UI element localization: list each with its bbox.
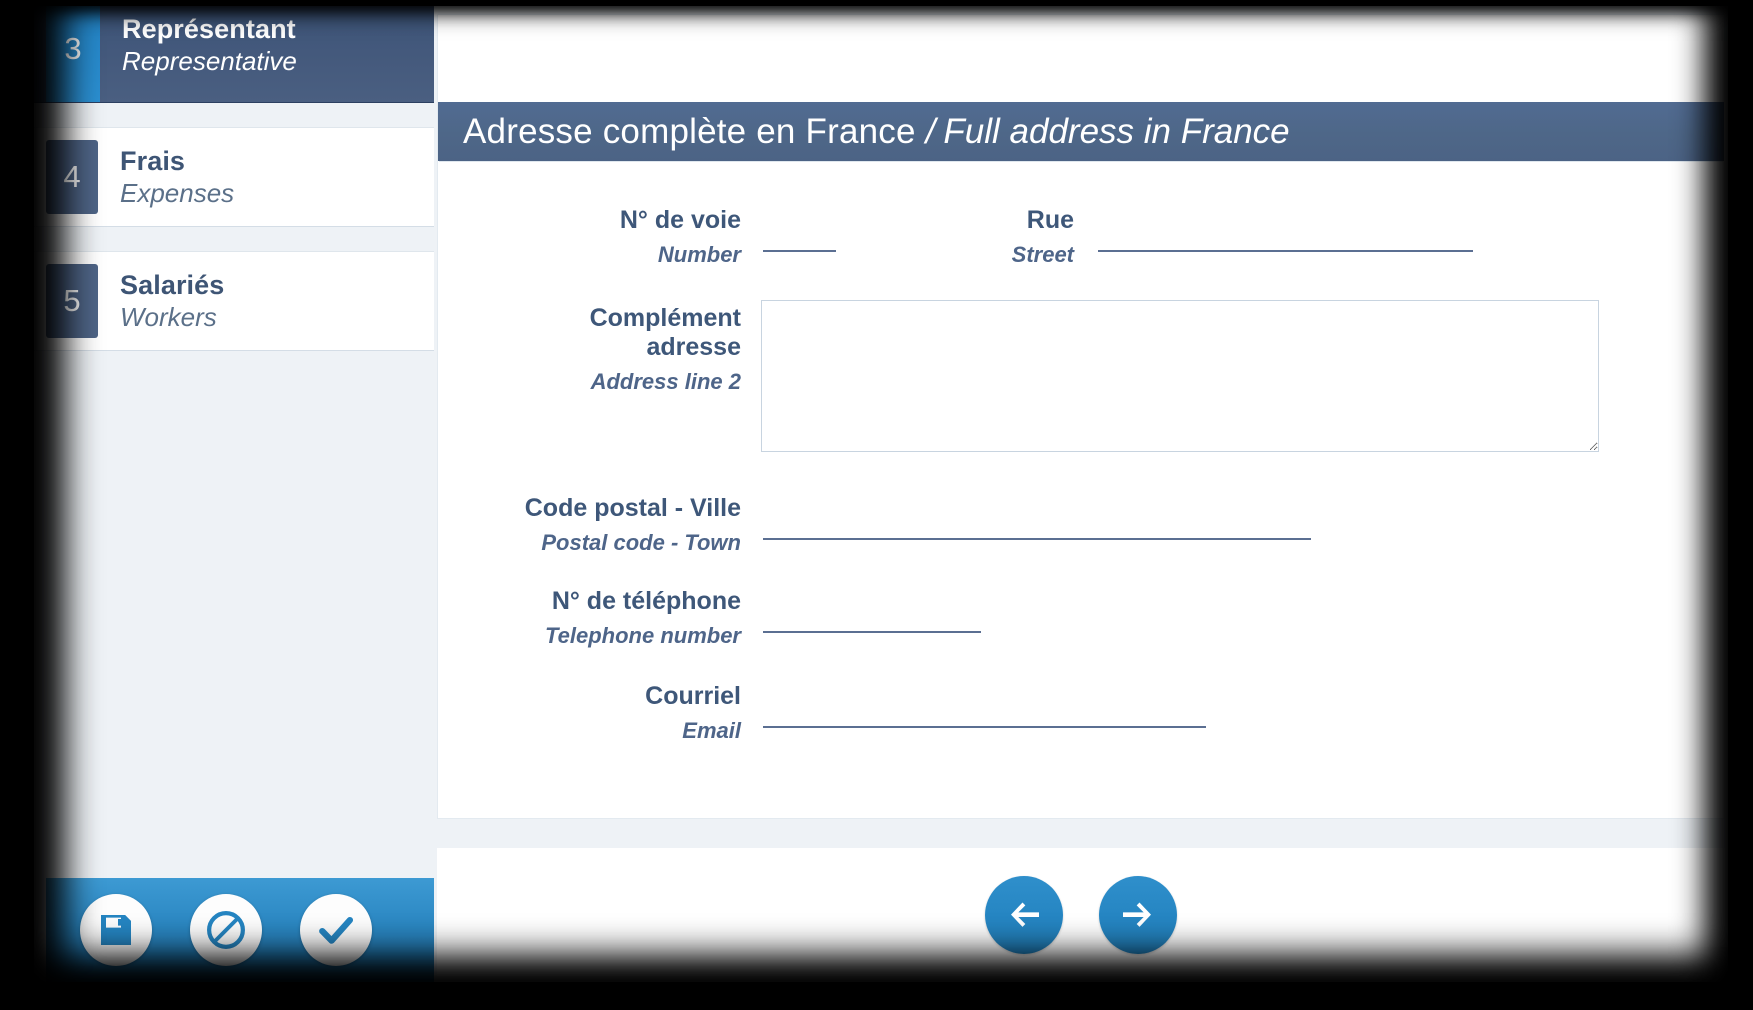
floppy-disk-icon <box>96 910 136 950</box>
sidebar-item-frais[interactable]: 4 Frais Expenses <box>34 127 434 227</box>
action-toolbar <box>46 878 434 982</box>
main-content: Adresse complète en France / Full addres… <box>434 6 1728 982</box>
address-line2-textarea[interactable] <box>761 300 1599 452</box>
step-number-badge: 4 <box>46 140 98 214</box>
label-street-fr: Rue <box>1026 206 1074 234</box>
field-row-street: Rue Street <box>899 204 1473 268</box>
next-button[interactable] <box>1099 876 1177 954</box>
label-email-en: Email <box>682 718 741 743</box>
label-street-number: N° de voie Number <box>459 204 741 268</box>
label-telephone-fr: N° de téléphone <box>551 587 741 615</box>
label-postal-town-en: Postal code - Town <box>541 530 741 555</box>
step-sidebar: 3 Représentant Representative 4 Frais Ex… <box>34 6 434 982</box>
prohibition-icon <box>204 908 248 952</box>
label-postal-town: Code postal - Ville Postal code - Town <box>459 492 741 556</box>
navigation-panel <box>437 848 1725 982</box>
step-label-fr: Représentant <box>122 13 296 44</box>
label-street-en: Street <box>1011 242 1074 267</box>
label-address-line2-en: Address line 2 <box>590 369 741 394</box>
screen-frame: 3 Représentant Representative 4 Frais Ex… <box>0 0 1753 1010</box>
label-address-line2-fr-line2: adresse <box>646 333 741 361</box>
arrow-left-icon <box>1004 895 1044 935</box>
label-telephone-en: Telephone number <box>545 623 741 648</box>
form-panel: Adresse complète en France / Full addres… <box>437 14 1725 819</box>
previous-button[interactable] <box>985 876 1063 954</box>
field-row-address-line2: Complément adresse Address line 2 <box>459 300 1599 452</box>
label-postal-town-fr: Code postal - Ville <box>524 494 741 522</box>
step-number-badge: 5 <box>46 264 98 338</box>
field-row-telephone: N° de téléphone Telephone number <box>459 585 981 649</box>
sidebar-item-representant[interactable]: 3 Représentant Representative <box>34 6 434 103</box>
postal-town-input[interactable] <box>763 506 1311 540</box>
telephone-input[interactable] <box>763 599 981 633</box>
step-label-en: Expenses <box>120 177 235 208</box>
validate-button[interactable] <box>300 894 372 966</box>
street-input[interactable] <box>1098 218 1473 252</box>
step-label-fr: Salariés <box>120 269 225 300</box>
sidebar-divider <box>34 103 434 127</box>
step-labels: Salariés Workers <box>98 252 224 350</box>
email-input[interactable] <box>763 694 1206 728</box>
label-street-number-en: Number <box>657 242 741 267</box>
save-button[interactable] <box>80 894 152 966</box>
field-row-postal-town: Code postal - Ville Postal code - Town <box>459 492 1311 556</box>
application-viewport: 3 Représentant Representative 4 Frais Ex… <box>34 6 1728 982</box>
label-address-line2-fr-line1: Complément <box>589 304 741 332</box>
step-number-badge: 3 <box>46 6 100 102</box>
panel-title-separator: / <box>925 111 936 151</box>
check-icon <box>314 908 358 952</box>
label-street: Rue Street <box>899 204 1074 268</box>
step-label-fr: Frais <box>120 145 186 176</box>
label-telephone: N° de téléphone Telephone number <box>459 585 741 649</box>
label-street-number-fr: N° de voie <box>619 206 741 234</box>
panel-title-en: Full address in France <box>943 111 1290 151</box>
label-email: Courriel Email <box>459 680 741 744</box>
field-row-email: Courriel Email <box>459 680 1206 744</box>
field-row-street-number: N° de voie Number <box>459 204 836 268</box>
panel-title-fr: Adresse complète en France <box>463 111 916 151</box>
arrow-right-icon <box>1118 895 1158 935</box>
step-labels: Représentant Representative <box>100 6 297 102</box>
cancel-button[interactable] <box>190 894 262 966</box>
street-number-input[interactable] <box>763 218 836 252</box>
label-email-fr: Courriel <box>645 682 741 710</box>
step-label-en: Representative <box>122 45 297 76</box>
step-labels: Frais Expenses <box>98 128 234 226</box>
sidebar-item-salaries[interactable]: 5 Salariés Workers <box>34 251 434 351</box>
step-label-en: Workers <box>120 301 217 332</box>
sidebar-divider <box>34 227 434 251</box>
panel-header: Adresse complète en France / Full addres… <box>438 102 1724 161</box>
form-body: N° de voie Number Rue Street Complément … <box>439 161 1723 817</box>
label-address-line2: Complément adresse Address line 2 <box>459 302 741 395</box>
